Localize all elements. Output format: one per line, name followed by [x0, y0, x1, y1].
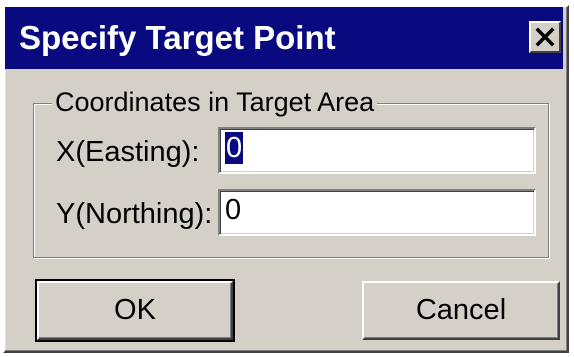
y-northing-input[interactable]: 0: [218, 189, 536, 236]
dialog-title: Specify Target Point: [19, 19, 336, 56]
ok-button[interactable]: OK: [35, 279, 235, 342]
y-northing-value: 0: [225, 194, 242, 226]
ok-button-label: OK: [114, 294, 156, 326]
close-button[interactable]: [529, 21, 561, 53]
coordinates-group-label: Coordinates in Target Area: [52, 86, 378, 118]
cancel-button-label: Cancel: [415, 294, 507, 326]
title-bar[interactable]: Specify Target Point: [5, 7, 563, 69]
cancel-button[interactable]: Cancel: [362, 281, 560, 340]
close-icon: [535, 27, 555, 47]
x-easting-value: 0: [225, 132, 244, 164]
y-northing-label: Y(Northing):: [56, 198, 213, 230]
x-easting-input[interactable]: 0: [218, 127, 536, 174]
x-easting-label: X(Easting):: [56, 136, 200, 168]
